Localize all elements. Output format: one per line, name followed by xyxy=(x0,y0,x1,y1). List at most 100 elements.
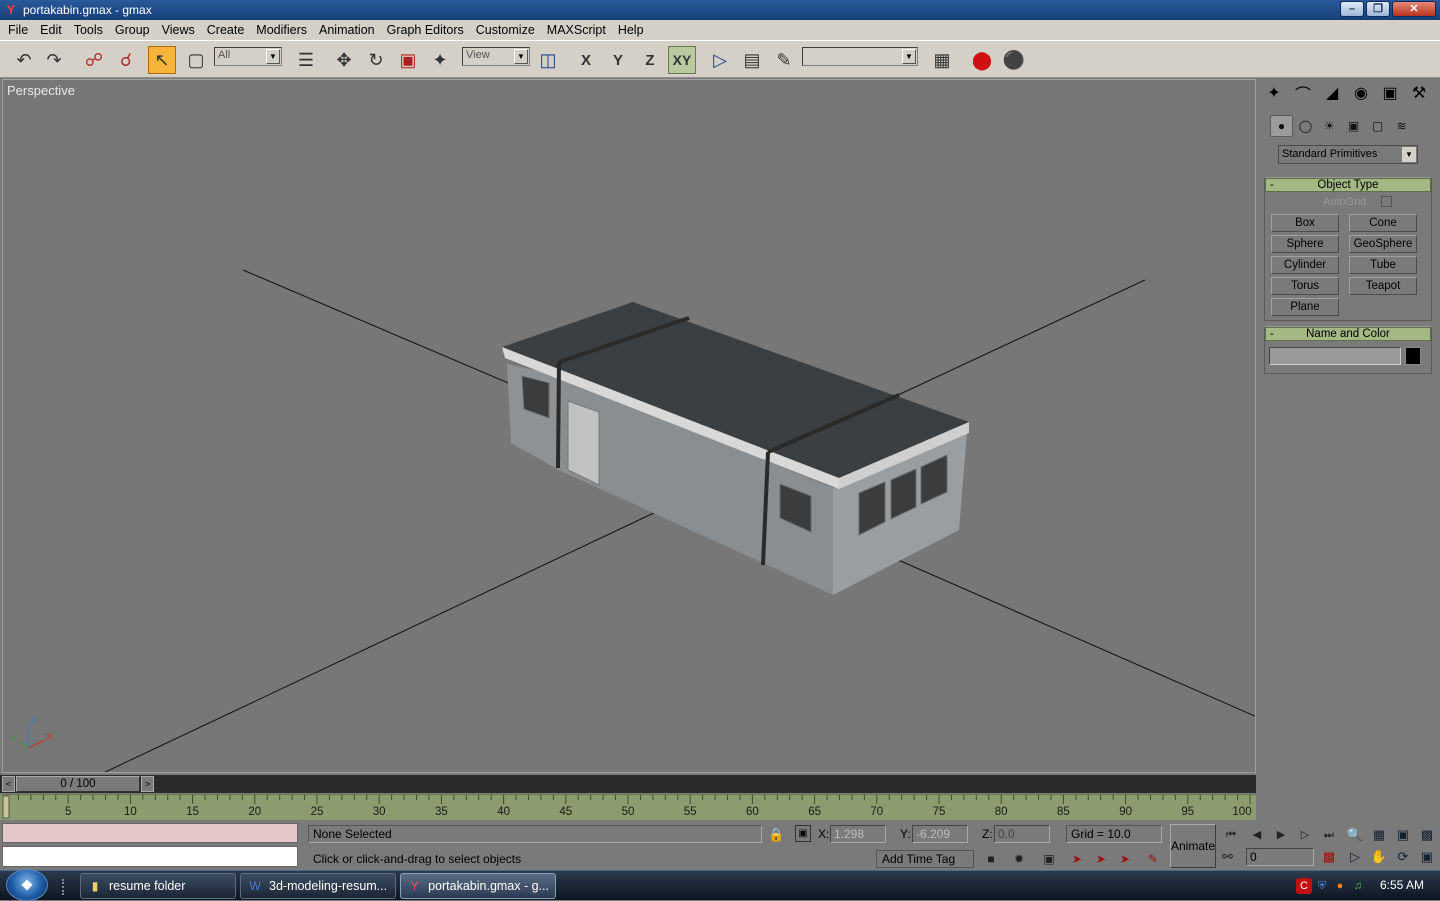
time-slider-thumb[interactable]: 0 / 100 xyxy=(16,776,140,792)
menu-customize[interactable]: Customize xyxy=(470,20,541,40)
rectangular-selection-icon[interactable]: ▢ xyxy=(182,46,210,74)
plane-button[interactable]: Plane xyxy=(1271,298,1339,316)
menu-file[interactable]: File xyxy=(2,20,34,40)
network-icon[interactable]: ● xyxy=(1332,878,1348,894)
task-resume-folder[interactable]: ▮ resume folder xyxy=(80,873,236,899)
select-object-icon[interactable]: ↖ xyxy=(148,46,176,74)
autogrid-checkbox[interactable] xyxy=(1381,196,1392,207)
trackbar[interactable]: 5 10 15 20 25 30 35 40 45 50 55 60 65 70 75 80 85 90 95 100 xyxy=(0,794,1256,820)
menu-tools[interactable]: Tools xyxy=(68,20,109,40)
object-type-header[interactable]: - Object Type xyxy=(1265,178,1431,192)
create-tab-icon[interactable]: ✦ xyxy=(1260,79,1288,107)
maxscript-listener-input[interactable] xyxy=(2,846,298,867)
box-button[interactable]: Box xyxy=(1271,214,1339,232)
spacing-icon[interactable]: ✎ xyxy=(770,46,798,74)
degradation-override-icon[interactable]: ■ xyxy=(980,849,1002,869)
teapot-button[interactable]: Teapot xyxy=(1349,277,1417,295)
previous-frame-icon[interactable]: ◀ xyxy=(1246,826,1268,844)
cone-button[interactable]: Cone xyxy=(1349,214,1417,232)
menu-maxscript[interactable]: MAXScript xyxy=(541,20,612,40)
x-coord-field[interactable]: 1.298 xyxy=(830,825,886,843)
redo-icon[interactable]: ↷ xyxy=(40,46,68,74)
object-color-swatch[interactable] xyxy=(1405,347,1421,365)
field-of-view-icon[interactable]: ▷ xyxy=(1344,846,1366,868)
select-by-name-icon[interactable]: ☰ xyxy=(292,46,320,74)
animate-button[interactable]: Animate xyxy=(1170,824,1216,868)
utilities-tab-icon[interactable]: ⚒ xyxy=(1405,79,1433,107)
space-warps-icon[interactable]: ≋ xyxy=(1390,115,1413,137)
shield-icon[interactable]: ⛨ xyxy=(1314,878,1330,894)
menu-graph-editors[interactable]: Graph Editors xyxy=(381,20,470,40)
material-editor-icon[interactable]: ⬤ xyxy=(968,46,996,74)
goto-start-icon[interactable]: ⏮ xyxy=(1220,826,1242,844)
menu-create[interactable]: Create xyxy=(201,20,251,40)
pan-icon[interactable]: ✋ xyxy=(1368,846,1390,868)
arc-rotate-icon[interactable]: ⟳ xyxy=(1392,846,1414,868)
restore-icon[interactable]: ❐ xyxy=(1366,1,1390,17)
zoom-extents-all-icon[interactable]: ▩ xyxy=(1416,824,1438,846)
menu-group[interactable]: Group xyxy=(109,20,156,40)
snaps-toggle-icon[interactable]: ✹ xyxy=(1008,849,1030,869)
selection-filter-dropdown[interactable]: All ▼ xyxy=(214,47,282,66)
display-tab-icon[interactable]: ▣ xyxy=(1376,79,1404,107)
undo-icon[interactable]: ↶ xyxy=(10,46,38,74)
current-frame-marker[interactable] xyxy=(2,795,10,819)
motion-tab-icon[interactable]: ◉ xyxy=(1347,79,1375,107)
play-icon[interactable]: ▶ xyxy=(1270,826,1292,844)
key-mode-icon[interactable]: ⚯ xyxy=(1222,849,1233,865)
antivirus-icon[interactable]: C xyxy=(1296,878,1312,894)
cameras-icon[interactable]: ▣ xyxy=(1342,115,1365,137)
rotate-icon[interactable]: ↻ xyxy=(362,46,390,74)
sphere-button[interactable]: Sphere xyxy=(1271,235,1339,253)
zoom-all-icon[interactable]: ▦ xyxy=(1368,824,1390,846)
cylinder-button[interactable]: Cylinder xyxy=(1271,256,1339,274)
named-selection-icon[interactable]: ▦ xyxy=(928,46,956,74)
scale-icon[interactable]: ▣ xyxy=(394,46,422,74)
menu-animation[interactable]: Animation xyxy=(313,20,381,40)
render-scene-icon[interactable]: ⚫ xyxy=(1000,46,1028,74)
current-frame-field[interactable]: 0 xyxy=(1246,848,1314,866)
shapes-icon[interactable]: ◯ xyxy=(1294,115,1317,137)
restrict-y-button[interactable]: Y xyxy=(604,46,632,74)
maxscript-listener-output[interactable] xyxy=(2,823,298,843)
name-and-color-header[interactable]: - Name and Color xyxy=(1265,327,1431,341)
z-coord-field[interactable]: 0.0 xyxy=(994,825,1050,843)
volume-icon[interactable]: ♫ xyxy=(1350,878,1366,894)
goto-end-icon[interactable]: ⏭ xyxy=(1318,826,1340,844)
restrict-xy-button[interactable]: XY xyxy=(668,46,696,74)
align-icon[interactable]: ▤ xyxy=(738,46,766,74)
menu-help[interactable]: Help xyxy=(612,20,650,40)
time-slider-prev-button[interactable]: < xyxy=(2,776,15,792)
menu-views[interactable]: Views xyxy=(156,20,201,40)
add-time-tag-button[interactable]: Add Time Tag xyxy=(876,850,974,868)
reference-coord-dropdown[interactable]: View ▼ xyxy=(462,47,530,66)
hierarchy-tab-icon[interactable]: ◢ xyxy=(1318,79,1346,107)
lock-selection-icon[interactable]: 🔒 xyxy=(768,827,784,843)
next-frame-icon[interactable]: ▷ xyxy=(1294,826,1316,844)
torus-button[interactable]: Torus xyxy=(1271,277,1339,295)
task-gmax[interactable]: Y portakabin.gmax - g... xyxy=(400,873,556,899)
menu-edit[interactable]: Edit xyxy=(34,20,68,40)
angle-snap-icon[interactable]: ▣ xyxy=(1038,849,1060,869)
time-slider-next-button[interactable]: > xyxy=(141,776,154,792)
tube-button[interactable]: Tube xyxy=(1349,256,1417,274)
minimize-icon[interactable]: – xyxy=(1340,1,1364,17)
modify-tab-icon[interactable]: ⌒ xyxy=(1289,79,1317,107)
task-word-document[interactable]: W 3d-modeling-resum... xyxy=(240,873,396,899)
manipulate-icon[interactable]: ✦ xyxy=(426,46,454,74)
close-icon[interactable]: ✕ xyxy=(1392,1,1436,17)
min-max-toggle-icon[interactable]: ▣ xyxy=(1416,846,1438,868)
geosphere-button[interactable]: GeoSphere xyxy=(1349,235,1417,253)
zoom-icon[interactable]: 🔍 xyxy=(1344,824,1366,846)
start-orb-icon[interactable]: ❖ xyxy=(6,869,48,901)
select-and-link-icon[interactable]: ☍ xyxy=(80,46,108,74)
snap-3d-icon[interactable]: ➤ xyxy=(1066,849,1088,869)
restrict-x-button[interactable]: X xyxy=(572,46,600,74)
move-icon[interactable]: ✥ xyxy=(330,46,358,74)
y-coord-field[interactable]: -6.209 xyxy=(912,825,968,843)
window-crossing-icon[interactable]: ✎ xyxy=(1142,849,1164,869)
object-name-input[interactable] xyxy=(1269,347,1401,365)
zoom-extents-icon[interactable]: ▣ xyxy=(1392,824,1414,846)
viewport-label[interactable]: Perspective xyxy=(7,83,75,98)
named-selection-dropdown[interactable]: ▼ xyxy=(802,47,918,66)
